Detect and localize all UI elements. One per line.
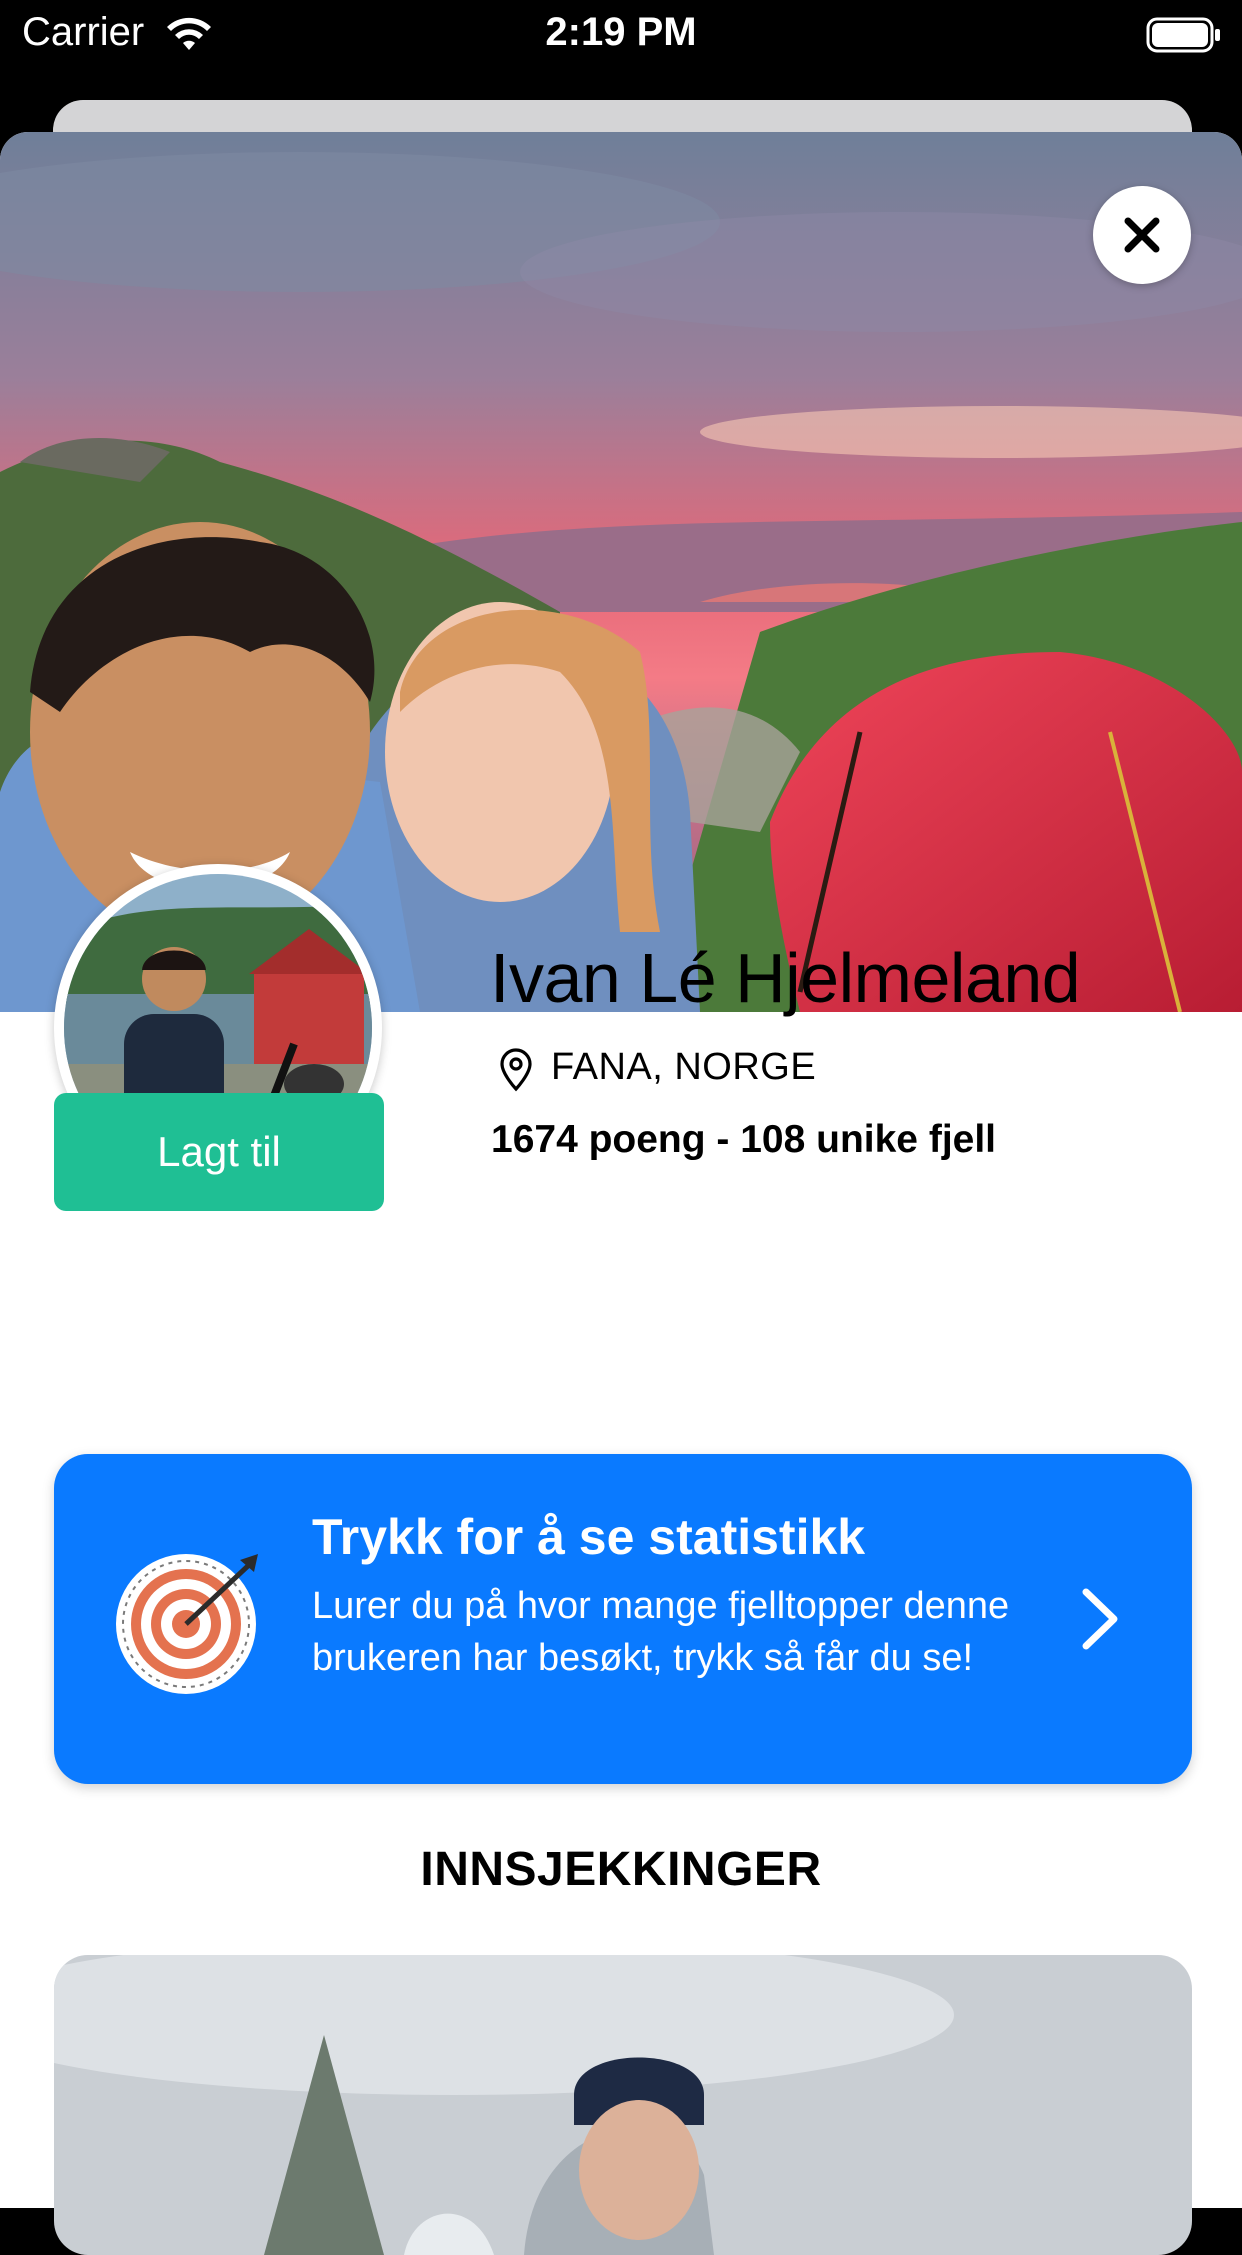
location-pin-icon (500, 1048, 532, 1092)
status-bar: Carrier 2:19 PM (0, 0, 1242, 70)
close-button[interactable] (1093, 186, 1191, 284)
user-location: FANA, NORGE (551, 1046, 817, 1088)
checkins-section-title: INNSJEKKINGER (420, 1843, 822, 1896)
user-stats: 1674 poeng - 108 unike fjell (491, 1118, 997, 1161)
chevron-right-icon (1082, 1588, 1118, 1650)
battery-icon (1146, 17, 1220, 53)
added-friend-label: Lagt til (157, 1128, 281, 1175)
close-icon (1124, 217, 1160, 253)
target-icon (116, 1554, 258, 1694)
checkin-card[interactable] (54, 1955, 1192, 2255)
statistics-description: Lurer du på hvor mange fjelltopper denne… (312, 1585, 1010, 1679)
added-friend-button[interactable]: Lagt til (54, 1093, 384, 1211)
statistics-title: Trykk for å se statistikk (312, 1509, 866, 1565)
user-name: Ivan Lé Hjelmeland (490, 939, 1081, 1017)
clock: 2:19 PM (545, 10, 697, 54)
statistics-card[interactable]: Trykk for å se statistikk Lurer du på hv… (54, 1454, 1192, 1784)
